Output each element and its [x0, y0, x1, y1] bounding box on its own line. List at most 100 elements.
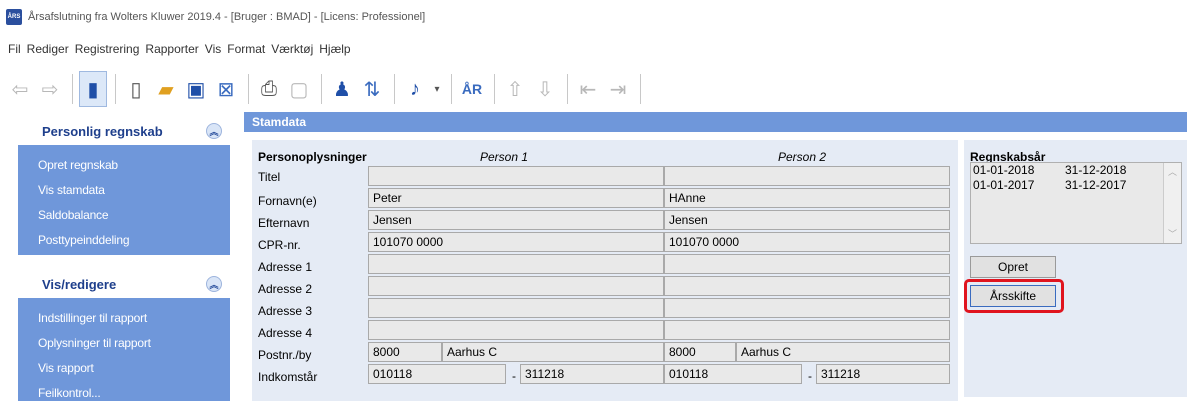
- sidebar-item-saldobalance[interactable]: Saldobalance: [18, 203, 230, 228]
- title-bar: ÅRS Årsafslutning fra Wolters Kluwer 201…: [0, 0, 1187, 34]
- print-preview-icon[interactable]: ▢: [285, 71, 313, 107]
- person1-efternavn-field[interactable]: Jensen: [368, 210, 664, 230]
- person2-indkomst-til-field[interactable]: 311218: [816, 364, 950, 384]
- scroll-down-icon[interactable]: ﹀: [1168, 227, 1177, 240]
- sidebar-item-indstillinger[interactable]: Indstillinger til rapport: [18, 306, 230, 331]
- person1-adresse1-field[interactable]: [368, 254, 664, 274]
- toolbar-separator: [640, 74, 641, 104]
- menu-registrering[interactable]: Registrering: [75, 42, 140, 56]
- person2-cpr-field[interactable]: 101070 0000: [664, 232, 950, 252]
- person2-adresse2-field[interactable]: [664, 276, 950, 296]
- label-indkomstaar: Indkomstår: [258, 370, 318, 384]
- sidebar-item-oplysninger[interactable]: Oplysninger til rapport: [18, 331, 230, 356]
- back-arrow-icon[interactable]: ⇦: [6, 71, 34, 107]
- person2-adresse4-field[interactable]: [664, 320, 950, 340]
- sidebar: Personlig regnskab ︽ Opret regnskab Vis …: [0, 112, 244, 401]
- sort-icon[interactable]: ⇅: [358, 71, 386, 107]
- menu-vaerktoej[interactable]: Værktøj: [271, 42, 313, 56]
- menu-hjaelp[interactable]: Hjælp: [319, 42, 350, 56]
- panel-header-personlig-regnskab[interactable]: Personlig regnskab ︽: [18, 117, 230, 145]
- person1-indkomst-fra-field[interactable]: 010118: [368, 364, 506, 384]
- indent-right-icon[interactable]: ⇥: [604, 71, 632, 107]
- toolbar: ⇦ ⇨ ▮ ▯ ▰ ▣ ⊠ ⎙ ▢ ♟ ⇅ ♪ ▾ ÅR ⇧ ⇩ ⇤ ⇥: [0, 66, 1187, 112]
- person2-efternavn-field[interactable]: Jensen: [664, 210, 950, 230]
- sidebar-item-feilkontrol[interactable]: Feilkontrol...: [18, 381, 230, 406]
- toolbar-separator: [248, 74, 249, 104]
- person1-titel-field[interactable]: [368, 166, 664, 186]
- sidebar-item-opret-regnskab[interactable]: Opret regnskab: [18, 153, 230, 178]
- toolbar-separator: [494, 74, 495, 104]
- up-arrow-icon[interactable]: ⇧: [501, 71, 529, 107]
- app-icon: ÅRS: [6, 9, 22, 25]
- person2-by-field[interactable]: Aarhus C: [736, 342, 950, 362]
- menu-format[interactable]: Format: [227, 42, 265, 56]
- label-fornavn: Fornavn(e): [258, 194, 317, 208]
- label-efternavn: Efternavn: [258, 216, 310, 230]
- music-note-icon[interactable]: ♪: [401, 71, 429, 107]
- person1-postnr-field[interactable]: 8000: [368, 342, 442, 362]
- panel-title: Personlig regnskab: [42, 123, 163, 139]
- label-adresse3: Adresse 3: [258, 304, 313, 318]
- person2-indkomst-fra-field[interactable]: 010118: [664, 364, 802, 384]
- toolbar-separator: [451, 74, 452, 104]
- person2-titel-field[interactable]: [664, 166, 950, 186]
- main-content: Stamdata Personoplysninger Person 1 Pers…: [244, 112, 1187, 401]
- panel-body-personlig-regnskab: Opret regnskab Vis stamdata Saldobalance…: [18, 145, 230, 255]
- label-adresse4: Adresse 4: [258, 326, 313, 340]
- sidebar-item-posttypeinddeling[interactable]: Posttypeinddeling: [18, 228, 230, 253]
- down-arrow-icon[interactable]: ⇩: [531, 71, 559, 107]
- year-to: 31-12-2017: [1065, 178, 1127, 192]
- year-from: 01-01-2018: [973, 163, 1035, 177]
- person2-fornavn-field[interactable]: HAnne: [664, 188, 950, 208]
- collapse-icon[interactable]: ︽: [206, 123, 222, 139]
- menu-rediger[interactable]: Rediger: [27, 42, 69, 56]
- dropdown-arrow-icon[interactable]: ▾: [431, 71, 443, 107]
- list-item[interactable]: 01-01-2017 31-12-2017: [971, 178, 1181, 193]
- person1-adresse4-field[interactable]: [368, 320, 664, 340]
- menu-fil[interactable]: Fil: [8, 42, 21, 56]
- sidebar-item-vis-stamdata[interactable]: Vis stamdata: [18, 178, 230, 203]
- person1-indkomst-til-field[interactable]: 311218: [520, 364, 664, 384]
- ar-icon[interactable]: ÅR: [458, 71, 486, 107]
- person2-adresse1-field[interactable]: [664, 254, 950, 274]
- aarsskifte-button[interactable]: Årsskifte: [970, 285, 1056, 307]
- person1-adresse3-field[interactable]: [368, 298, 664, 318]
- open-folder-icon[interactable]: ▰: [152, 71, 180, 107]
- toolbar-separator: [115, 74, 116, 104]
- person1-adresse2-field[interactable]: [368, 276, 664, 296]
- opret-button[interactable]: Opret: [970, 256, 1056, 278]
- toolbar-separator: [394, 74, 395, 104]
- content-header: Stamdata: [244, 112, 1187, 132]
- indent-left-icon[interactable]: ⇤: [574, 71, 602, 107]
- person1-header: Person 1: [480, 150, 529, 164]
- person2-adresse3-field[interactable]: [664, 298, 950, 318]
- person1-by-field[interactable]: Aarhus C: [442, 342, 664, 362]
- regnskabsaar-panel: Regnskabsår 01-01-2018 31-12-2018 01-01-…: [964, 140, 1187, 397]
- sidebar-item-vis-rapport[interactable]: Vis rapport: [18, 356, 230, 381]
- forward-arrow-icon[interactable]: ⇨: [36, 71, 64, 107]
- new-document-icon[interactable]: ▯: [122, 71, 150, 107]
- book-icon[interactable]: ▮: [79, 71, 107, 107]
- toolbar-separator: [321, 74, 322, 104]
- toolbar-separator: [72, 74, 73, 104]
- scroll-up-icon[interactable]: ︿: [1168, 165, 1177, 178]
- person-form: Personoplysninger Person 1 Person 2 Tite…: [252, 140, 958, 397]
- person1-fornavn-field[interactable]: Peter: [368, 188, 664, 208]
- list-item[interactable]: 01-01-2018 31-12-2018: [971, 163, 1181, 178]
- list-scrollbar[interactable]: ︿ ﹀: [1163, 163, 1181, 243]
- collapse-icon[interactable]: ︽: [206, 276, 222, 292]
- menu-bar: Fil Rediger Registrering Rapporter Vis F…: [0, 38, 357, 60]
- menu-vis[interactable]: Vis: [205, 42, 221, 56]
- close-document-icon[interactable]: ⊠: [212, 71, 240, 107]
- date-range-dash: -: [808, 369, 812, 383]
- stamp-icon[interactable]: ♟: [328, 71, 356, 107]
- person2-postnr-field[interactable]: 8000: [664, 342, 736, 362]
- regnskabsaar-list[interactable]: 01-01-2018 31-12-2018 01-01-2017 31-12-2…: [970, 162, 1182, 244]
- print-icon[interactable]: ⎙: [255, 71, 283, 107]
- window-title: Årsafslutning fra Wolters Kluwer 2019.4 …: [28, 11, 426, 23]
- panel-header-vis-redigere[interactable]: Vis/redigere ︽: [18, 270, 230, 298]
- save-icon[interactable]: ▣: [182, 71, 210, 107]
- menu-rapporter[interactable]: Rapporter: [145, 42, 198, 56]
- person1-cpr-field[interactable]: 101070 0000: [368, 232, 664, 252]
- year-from: 01-01-2017: [973, 178, 1035, 192]
